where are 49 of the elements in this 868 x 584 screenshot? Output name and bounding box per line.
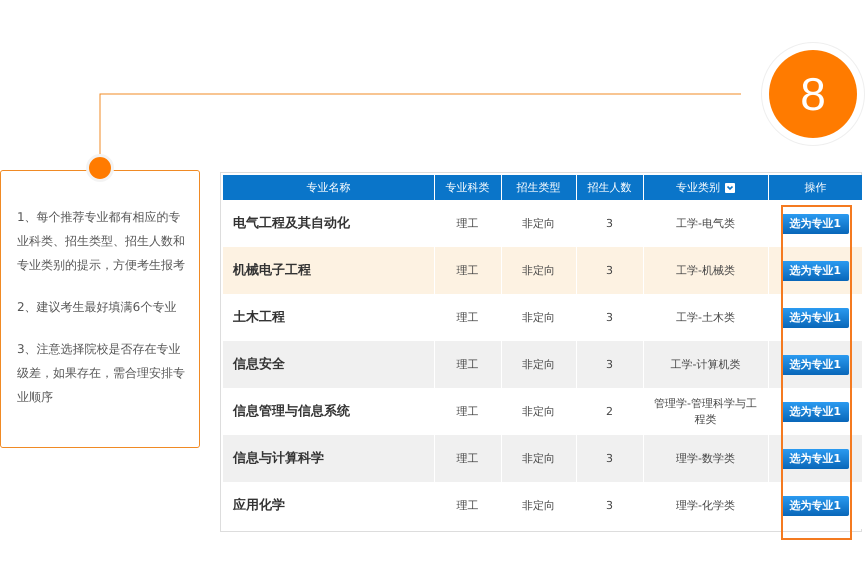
step-number: 8 bbox=[769, 50, 857, 138]
select-major-button[interactable]: 选为专业1 bbox=[781, 308, 850, 328]
select-major-button[interactable]: 选为专业1 bbox=[781, 354, 850, 374]
major-name: 机械电子工程 bbox=[223, 247, 434, 294]
table-cell: 2 bbox=[576, 388, 643, 435]
table-cell: 理工 bbox=[434, 435, 501, 482]
major-name: 信息安全 bbox=[223, 341, 434, 388]
table-cell: 非定向 bbox=[501, 200, 576, 247]
select-major-button[interactable]: 选为专业1 bbox=[781, 402, 850, 422]
dropdown-icon[interactable] bbox=[725, 182, 735, 192]
table-cell: 理工 bbox=[434, 388, 501, 435]
tip-text: 3、注意选择院校是否存在专业级差，如果存在，需合理安排专业顺序 bbox=[17, 341, 186, 406]
table-cell: 非定向 bbox=[501, 388, 576, 435]
table-cell: 3 bbox=[576, 435, 643, 482]
table-cell: 非定向 bbox=[501, 247, 576, 294]
table-cell: 工学-土木类 bbox=[643, 294, 768, 341]
major-name: 信息管理与信息系统 bbox=[223, 388, 434, 435]
connector-dot bbox=[86, 154, 114, 182]
column-header: 招生类型 bbox=[501, 175, 576, 200]
table-cell: 管理学-管理科学与工程类 bbox=[643, 388, 768, 435]
select-major-button[interactable]: 选为专业1 bbox=[781, 448, 850, 468]
select-major-button[interactable]: 选为专业1 bbox=[781, 214, 850, 234]
select-major-button[interactable]: 选为专业1 bbox=[781, 496, 850, 516]
major-name: 信息与计算科学 bbox=[223, 435, 434, 482]
table-cell: 理工 bbox=[434, 200, 501, 247]
major-name: 电气工程及其自动化 bbox=[223, 200, 434, 247]
select-major-button[interactable]: 选为专业1 bbox=[781, 260, 850, 280]
table-cell: 3 bbox=[576, 247, 643, 294]
column-header: 招生人数 bbox=[576, 175, 643, 200]
table-cell: 工学-计算机类 bbox=[643, 341, 768, 388]
table-cell: 工学-机械类 bbox=[643, 247, 768, 294]
major-name: 土木工程 bbox=[223, 294, 434, 341]
column-header: 操作 bbox=[768, 175, 862, 200]
table-cell: 理工 bbox=[434, 341, 501, 388]
table-cell: 理工 bbox=[434, 247, 501, 294]
table-cell: 理工 bbox=[434, 294, 501, 341]
tip-text: 1、每个推荐专业都有相应的专业科类、招生类型、招生人数和专业类别的提示，方便考生报考 bbox=[17, 209, 186, 274]
table-cell: 非定向 bbox=[501, 435, 576, 482]
column-header: 专业类别 bbox=[643, 175, 768, 200]
table-cell: 理学-数学类 bbox=[643, 435, 768, 482]
table-cell: 工学-电气类 bbox=[643, 200, 768, 247]
table-cell: 3 bbox=[576, 341, 643, 388]
column-header: 专业科类 bbox=[434, 175, 501, 200]
table-cell: 3 bbox=[576, 294, 643, 341]
table-cell: 3 bbox=[576, 200, 643, 247]
column-header: 专业名称 bbox=[223, 175, 434, 200]
table-cell: 非定向 bbox=[501, 294, 576, 341]
tip-text: 2、建议考生最好填满6个专业 bbox=[17, 299, 178, 316]
table-cell: 非定向 bbox=[501, 341, 576, 388]
